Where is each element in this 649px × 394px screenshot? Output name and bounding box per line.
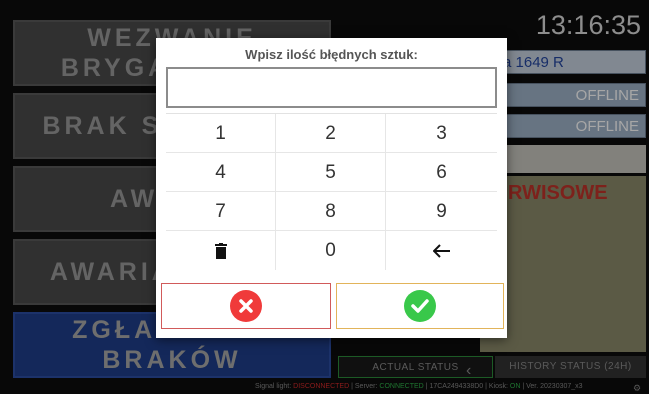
check-icon [404,290,436,322]
key-1[interactable]: 1 [166,114,276,153]
confirm-button[interactable] [336,283,504,329]
key-9[interactable]: 9 [386,192,497,231]
key-2[interactable]: 2 [276,114,386,153]
backspace-key[interactable] [386,231,497,270]
close-icon [230,290,262,322]
key-0[interactable]: 0 [276,231,386,270]
numeric-input-dialog: Wpisz ilość błędnych sztuk: 1 2 3 4 5 6 … [156,38,507,338]
key-5[interactable]: 5 [276,153,386,192]
key-7[interactable]: 7 [166,192,276,231]
quantity-input[interactable] [166,67,497,108]
cancel-button[interactable] [161,283,331,329]
dialog-title: Wpisz ilość błędnych sztuk: [245,47,418,62]
clear-key[interactable] [166,231,276,270]
numeric-keypad: 1 2 3 4 5 6 7 8 9 0 [166,113,497,271]
key-4[interactable]: 4 [166,153,276,192]
arrow-left-icon [432,244,450,258]
key-3[interactable]: 3 [386,114,497,153]
key-6[interactable]: 6 [386,153,497,192]
trash-icon [214,242,227,259]
key-8[interactable]: 8 [276,192,386,231]
